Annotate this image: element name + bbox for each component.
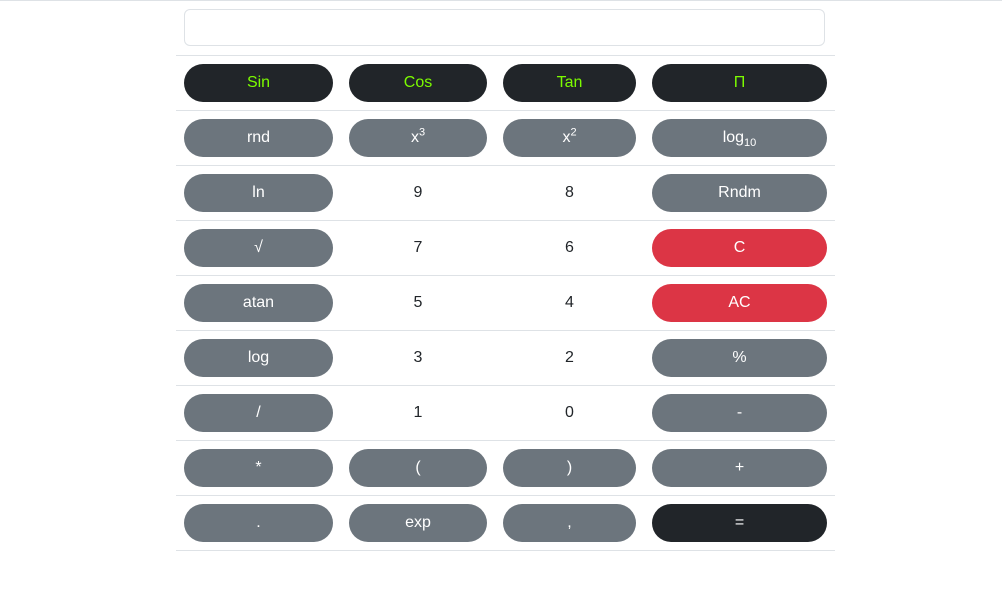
open-paren-button[interactable]: ( <box>349 449 487 487</box>
row-ln: ln 9 8 Rndm <box>176 166 835 221</box>
exp-button[interactable]: exp <box>349 504 487 542</box>
row-powers: rnd x3 x2 log10 <box>176 111 835 166</box>
log10-subscript: 10 <box>744 137 757 150</box>
row-sqrt: √ 7 6 C <box>176 221 835 276</box>
tan-button[interactable]: Tan <box>503 64 636 102</box>
ln-button[interactable]: ln <box>184 174 333 212</box>
divide-button[interactable]: / <box>184 394 333 432</box>
square-exponent: 2 <box>570 126 577 139</box>
rnd-button[interactable]: rnd <box>184 119 333 157</box>
clear-button[interactable]: C <box>652 229 827 267</box>
rndm-button[interactable]: Rndm <box>652 174 827 212</box>
cube-button[interactable]: x3 <box>349 119 487 157</box>
digit-7-button[interactable]: 7 <box>349 229 487 267</box>
digit-4-button[interactable]: 4 <box>503 284 636 322</box>
digit-9-button[interactable]: 9 <box>349 174 487 212</box>
digit-5-button[interactable]: 5 <box>349 284 487 322</box>
cos-button[interactable]: Cos <box>349 64 487 102</box>
all-clear-button[interactable]: AC <box>652 284 827 322</box>
percent-button[interactable]: % <box>652 339 827 377</box>
sin-button[interactable]: Sin <box>184 64 333 102</box>
row-log: log 3 2 % <box>176 331 835 386</box>
decimal-button[interactable]: . <box>184 504 333 542</box>
square-button[interactable]: x2 <box>503 119 636 157</box>
digit-3-button[interactable]: 3 <box>349 339 487 377</box>
log10-base: log <box>722 129 745 146</box>
digit-1-button[interactable]: 1 <box>349 394 487 432</box>
multiply-button[interactable]: * <box>184 449 333 487</box>
equals-button[interactable]: = <box>652 504 827 542</box>
calculator: Sin Cos Tan Π rnd x3 x2 log10 ln 9 8 Rnd… <box>176 0 835 551</box>
plus-button[interactable]: + <box>652 449 827 487</box>
row-multiply: * ( ) + <box>176 441 835 496</box>
minus-button[interactable]: - <box>652 394 827 432</box>
display-input[interactable] <box>184 9 825 46</box>
log-button[interactable]: log <box>184 339 333 377</box>
cube-base: x <box>410 129 419 146</box>
row-trig: Sin Cos Tan Π <box>176 56 835 111</box>
atan-button[interactable]: atan <box>184 284 333 322</box>
comma-button[interactable]: , <box>503 504 636 542</box>
row-divide: / 1 0 - <box>176 386 835 441</box>
row-equals: . exp , = <box>176 496 835 551</box>
log10-button[interactable]: log10 <box>652 119 827 157</box>
sqrt-button[interactable]: √ <box>184 229 333 267</box>
close-paren-button[interactable]: ) <box>503 449 636 487</box>
pi-button[interactable]: Π <box>652 64 827 102</box>
digit-8-button[interactable]: 8 <box>503 174 636 212</box>
digit-6-button[interactable]: 6 <box>503 229 636 267</box>
cube-exponent: 3 <box>418 126 426 139</box>
display-row <box>176 0 835 56</box>
digit-0-button[interactable]: 0 <box>503 394 636 432</box>
digit-2-button[interactable]: 2 <box>503 339 636 377</box>
row-atan: atan 5 4 AC <box>176 276 835 331</box>
